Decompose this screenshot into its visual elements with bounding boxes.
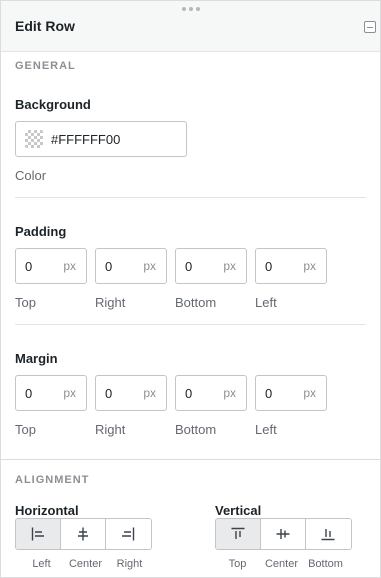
drag-handle-icon[interactable] (181, 7, 201, 13)
align-top-icon (231, 527, 245, 539)
alignment-section-label: ALIGNMENT (15, 474, 90, 486)
margin-right-input[interactable]: 0 px (95, 375, 167, 411)
align-center-caption: Center (68, 558, 103, 570)
collapse-icon[interactable] (364, 21, 376, 33)
color-sub-label: Color (15, 168, 47, 183)
padding-bottom-input[interactable]: 0 px (175, 248, 247, 284)
padding-right-input[interactable]: 0 px (95, 248, 167, 284)
vertical-label: Vertical (215, 503, 262, 518)
align-bottom-icon (321, 529, 335, 541)
margin-left-caption: Left (255, 422, 277, 437)
padding-top-caption: Top (15, 295, 36, 310)
margin-top-caption: Top (15, 422, 36, 437)
divider (15, 324, 366, 325)
align-center-icon (78, 527, 88, 541)
padding-right-caption: Right (95, 295, 126, 310)
align-top-button[interactable] (216, 519, 261, 549)
panel-header: Edit Row (1, 1, 380, 52)
color-value-text[interactable]: #FFFFFF00 (51, 132, 120, 147)
margin-bottom-caption: Bottom (175, 422, 217, 437)
section-divider (1, 459, 380, 460)
horizontal-label: Horizontal (15, 503, 79, 518)
align-middle-icon (276, 529, 290, 539)
align-bottom-caption: Bottom (308, 558, 343, 570)
padding-top-input[interactable]: 0 px (15, 248, 87, 284)
align-center-button[interactable] (61, 519, 106, 549)
align-bottom-button[interactable] (306, 519, 351, 549)
background-label: Background (15, 97, 91, 112)
margin-left-input[interactable]: 0 px (255, 375, 327, 411)
padding-label: Padding (15, 224, 67, 239)
align-left-icon (31, 527, 44, 541)
padding-left-input[interactable]: 0 px (255, 248, 327, 284)
align-right-caption: Right (116, 558, 143, 570)
padding-bottom-caption: Bottom (175, 295, 217, 310)
margin-bottom-input[interactable]: 0 px (175, 375, 247, 411)
align-middle-caption: Center (264, 558, 299, 570)
align-middle-button[interactable] (261, 519, 306, 549)
margin-top-input[interactable]: 0 px (15, 375, 87, 411)
padding-left-caption: Left (255, 295, 277, 310)
align-top-caption: Top (228, 558, 247, 570)
align-left-button[interactable] (16, 519, 61, 549)
edit-row-panel: Edit Row GENERAL Background #FFFFFF00 Co… (0, 0, 381, 578)
align-right-icon (122, 527, 135, 541)
align-left-caption: Left (32, 558, 51, 570)
margin-right-caption: Right (95, 422, 126, 437)
vertical-alignment-group (215, 518, 352, 550)
align-right-button[interactable] (106, 519, 151, 549)
background-color-field[interactable]: #FFFFFF00 (15, 121, 187, 157)
transparent-swatch-icon[interactable] (25, 130, 43, 148)
divider (15, 197, 366, 198)
general-section-label: GENERAL (15, 60, 76, 72)
panel-title: Edit Row (15, 18, 75, 34)
margin-label: Margin (15, 351, 58, 366)
horizontal-alignment-group (15, 518, 152, 550)
